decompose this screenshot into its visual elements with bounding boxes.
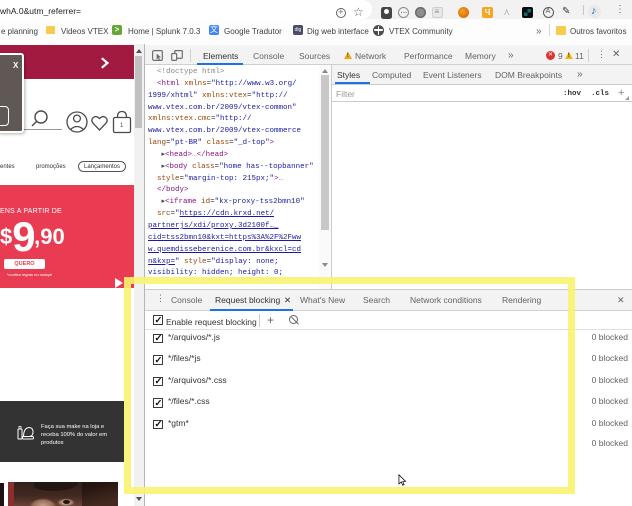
svg-text:1: 1 (120, 123, 124, 129)
